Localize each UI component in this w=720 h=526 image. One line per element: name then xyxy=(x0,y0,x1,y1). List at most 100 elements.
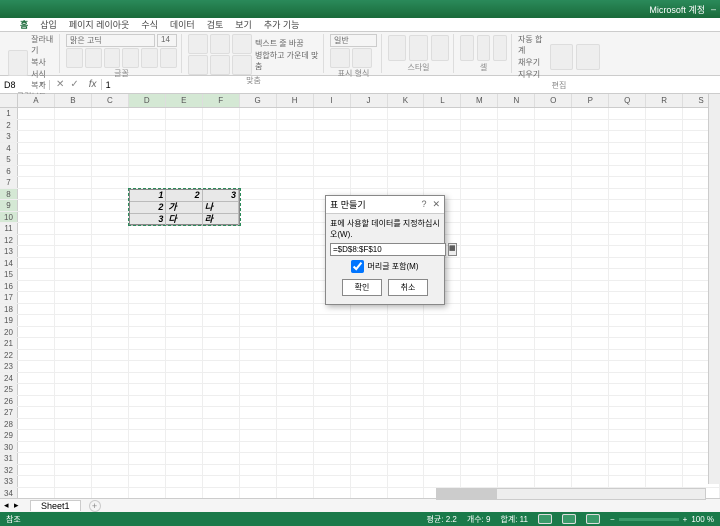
cell[interactable] xyxy=(461,189,498,200)
insert-cells-button[interactable] xyxy=(460,35,474,61)
cell[interactable] xyxy=(203,304,240,315)
cell[interactable] xyxy=(572,315,609,326)
cell[interactable] xyxy=(572,396,609,407)
cell[interactable] xyxy=(572,327,609,338)
col-header-I[interactable]: I xyxy=(314,94,351,107)
cell[interactable] xyxy=(92,361,129,372)
cell[interactable] xyxy=(609,189,646,200)
tab-home[interactable]: 홈 xyxy=(20,18,28,31)
cell[interactable] xyxy=(166,396,203,407)
cell[interactable] xyxy=(424,166,461,177)
cell[interactable] xyxy=(388,419,425,430)
cell[interactable] xyxy=(424,361,461,372)
bold-button[interactable] xyxy=(66,48,83,68)
cell[interactable] xyxy=(92,246,129,257)
range-selector-icon[interactable]: ▦ xyxy=(448,243,457,256)
row-header-26[interactable]: 26 xyxy=(0,396,18,407)
paste-button[interactable] xyxy=(8,50,28,76)
cell[interactable] xyxy=(277,120,314,131)
cell[interactable] xyxy=(203,154,240,165)
merge-center-button[interactable]: 병합하고 가운데 맞춤 xyxy=(255,50,319,72)
cell[interactable] xyxy=(498,419,535,430)
cell[interactable] xyxy=(646,108,683,119)
row-header-1[interactable]: 1 xyxy=(0,108,18,119)
cell[interactable] xyxy=(55,384,92,395)
cell[interactable] xyxy=(166,453,203,464)
cell[interactable] xyxy=(277,407,314,418)
cell[interactable] xyxy=(18,212,55,223)
cell[interactable] xyxy=(129,292,166,303)
cell[interactable] xyxy=(18,246,55,257)
cell[interactable] xyxy=(18,465,55,476)
cell[interactable] xyxy=(461,177,498,188)
cell[interactable] xyxy=(203,338,240,349)
cell[interactable] xyxy=(203,373,240,384)
cell[interactable] xyxy=(646,430,683,441)
cell[interactable] xyxy=(92,419,129,430)
cell[interactable] xyxy=(572,212,609,223)
cell[interactable] xyxy=(498,246,535,257)
cell[interactable] xyxy=(424,453,461,464)
cell[interactable] xyxy=(203,476,240,487)
cell[interactable] xyxy=(129,384,166,395)
cell[interactable] xyxy=(646,373,683,384)
cell[interactable] xyxy=(461,292,498,303)
cell[interactable] xyxy=(240,166,277,177)
cell[interactable] xyxy=(203,488,240,499)
cell[interactable] xyxy=(240,304,277,315)
cell[interactable] xyxy=(535,350,572,361)
cell[interactable] xyxy=(461,281,498,292)
cell[interactable] xyxy=(498,166,535,177)
cell[interactable] xyxy=(55,212,92,223)
cell[interactable] xyxy=(92,453,129,464)
cell[interactable] xyxy=(129,373,166,384)
cell[interactable] xyxy=(646,465,683,476)
cell[interactable] xyxy=(277,108,314,119)
cell[interactable] xyxy=(498,476,535,487)
cell[interactable] xyxy=(498,212,535,223)
tab-addins[interactable]: 추가 기능 xyxy=(264,18,300,31)
cell[interactable] xyxy=(203,384,240,395)
cell[interactable] xyxy=(92,327,129,338)
cell[interactable] xyxy=(277,235,314,246)
cell[interactable] xyxy=(166,407,203,418)
cell[interactable] xyxy=(535,315,572,326)
cell[interactable] xyxy=(461,373,498,384)
cell[interactable] xyxy=(535,465,572,476)
cell[interactable] xyxy=(646,131,683,142)
cell[interactable] xyxy=(388,154,425,165)
col-header-Q[interactable]: Q xyxy=(609,94,646,107)
cell[interactable] xyxy=(92,430,129,441)
col-header-M[interactable]: M xyxy=(461,94,498,107)
cell[interactable] xyxy=(609,177,646,188)
cell[interactable] xyxy=(461,338,498,349)
copy-button[interactable]: 복사 xyxy=(31,57,55,68)
currency-button[interactable] xyxy=(330,48,350,68)
cell[interactable] xyxy=(609,258,646,269)
cell[interactable] xyxy=(388,166,425,177)
cell[interactable] xyxy=(498,177,535,188)
fill-color-button[interactable] xyxy=(141,48,158,68)
cell[interactable] xyxy=(129,143,166,154)
cell[interactable] xyxy=(572,177,609,188)
cell[interactable] xyxy=(314,430,351,441)
cell[interactable] xyxy=(314,143,351,154)
cell[interactable] xyxy=(461,430,498,441)
cell[interactable] xyxy=(424,419,461,430)
cell[interactable] xyxy=(92,442,129,453)
cell[interactable] xyxy=(314,166,351,177)
cell[interactable] xyxy=(646,235,683,246)
row-header-10[interactable]: 10 xyxy=(0,212,18,223)
cell[interactable] xyxy=(572,373,609,384)
cell[interactable] xyxy=(424,315,461,326)
cell[interactable] xyxy=(18,177,55,188)
col-header-J[interactable]: J xyxy=(351,94,388,107)
cell[interactable] xyxy=(166,143,203,154)
cell[interactable] xyxy=(535,154,572,165)
cell[interactable] xyxy=(203,419,240,430)
cell[interactable] xyxy=(535,304,572,315)
cell[interactable] xyxy=(498,442,535,453)
cell[interactable] xyxy=(461,108,498,119)
cell[interactable] xyxy=(351,350,388,361)
cell[interactable] xyxy=(609,292,646,303)
